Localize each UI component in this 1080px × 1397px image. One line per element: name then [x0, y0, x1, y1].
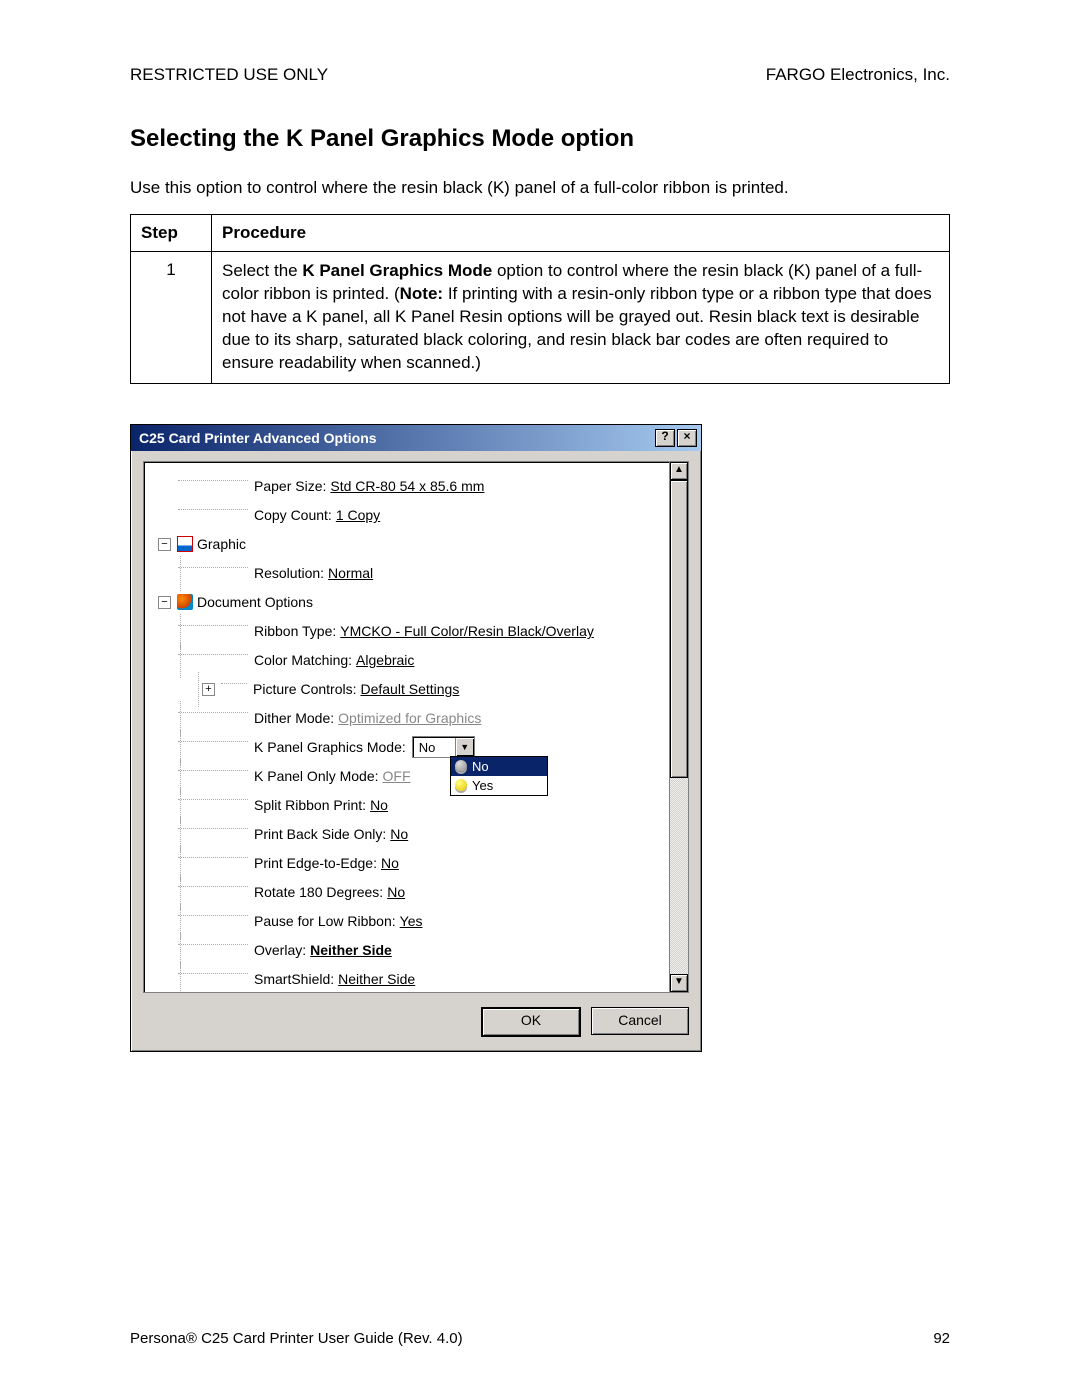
overlay-value[interactable]: Neither Side [310, 942, 392, 958]
ribbon-type-value[interactable]: YMCKO - Full Color/Resin Black/Overlay [340, 623, 594, 639]
smartshield-value[interactable]: Neither Side [338, 971, 415, 987]
pause-low-ribbon-value[interactable]: Yes [400, 913, 423, 929]
scrollbar[interactable]: ▲ ▼ [669, 462, 688, 992]
header-right: FARGO Electronics, Inc. [766, 65, 950, 85]
split-ribbon-print-value[interactable]: No [370, 797, 388, 813]
smartshield-label: SmartShield: [254, 971, 334, 987]
picture-controls-value[interactable]: Default Settings [360, 681, 459, 697]
dither-mode-value: Optimized for Graphics [338, 710, 481, 726]
expand-docopts-icon[interactable]: − [158, 596, 171, 609]
dropdown-option-no[interactable]: No [451, 757, 547, 776]
ok-button[interactable]: OK [481, 1007, 581, 1037]
procedure-table: Step Procedure 1 Select the K Panel Grap… [130, 214, 950, 384]
chevron-down-icon[interactable]: ▼ [455, 738, 474, 756]
copy-count-label: Copy Count: [254, 507, 332, 523]
paper-size-label: Paper Size: [254, 478, 326, 494]
page-number: 92 [933, 1330, 950, 1347]
k-panel-only-mode-value: OFF [383, 768, 411, 784]
intro-text: Use this option to control where the res… [130, 177, 950, 200]
procedure-body: Select the K Panel Graphics Mode option … [212, 251, 950, 383]
scroll-down-icon[interactable]: ▼ [670, 974, 688, 992]
print-edge-to-edge-label: Print Edge-to-Edge: [254, 855, 377, 871]
document-options-node[interactable]: Document Options [197, 594, 313, 610]
picture-controls-label: Picture Controls: [253, 681, 356, 697]
scroll-thumb[interactable] [670, 480, 688, 778]
color-matching-label: Color Matching: [254, 652, 352, 668]
print-back-side-only-label: Print Back Side Only: [254, 826, 386, 842]
dropdown-list[interactable]: No Yes [450, 756, 548, 796]
k-panel-only-mode-label: K Panel Only Mode: [254, 768, 379, 784]
color-matching-value[interactable]: Algebraic [356, 652, 414, 668]
k-panel-graphics-mode-label: K Panel Graphics Mode: [254, 739, 406, 755]
cancel-button[interactable]: Cancel [591, 1007, 689, 1035]
overlay-label: Overlay: [254, 942, 306, 958]
resolution-label: Resolution: [254, 565, 324, 581]
expand-graphic-icon[interactable]: − [158, 538, 171, 551]
header-left: RESTRICTED USE ONLY [130, 65, 328, 85]
col-step: Step [131, 214, 212, 251]
graphic-node[interactable]: Graphic [197, 536, 246, 552]
rotate-180-label: Rotate 180 Degrees: [254, 884, 383, 900]
bulb-on-icon [455, 779, 467, 791]
bulb-off-icon [455, 760, 467, 772]
paper-size-value[interactable]: Std CR-80 54 x 85.6 mm [330, 478, 484, 494]
col-procedure: Procedure [212, 214, 950, 251]
footer-left: Persona® C25 Card Printer User Guide (Re… [130, 1330, 463, 1347]
section-title: Selecting the K Panel Graphics Mode opti… [130, 125, 950, 153]
dialog-titlebar[interactable]: C25 Card Printer Advanced Options ? × [131, 425, 701, 451]
document-options-icon [177, 594, 193, 610]
advanced-options-dialog: C25 Card Printer Advanced Options ? × Pa… [130, 424, 702, 1052]
dialog-title: C25 Card Printer Advanced Options [139, 430, 377, 446]
step-number: 1 [131, 251, 212, 383]
expand-picturectl-icon[interactable]: + [202, 683, 215, 696]
print-back-side-only-value[interactable]: No [390, 826, 408, 842]
print-edge-to-edge-value[interactable]: No [381, 855, 399, 871]
pause-low-ribbon-label: Pause for Low Ribbon: [254, 913, 396, 929]
help-button[interactable]: ? [655, 429, 675, 447]
rotate-180-value[interactable]: No [387, 884, 405, 900]
dropdown-option-yes[interactable]: Yes [451, 776, 547, 795]
scroll-up-icon[interactable]: ▲ [670, 462, 688, 480]
copy-count-value[interactable]: 1 Copy [336, 507, 380, 523]
table-row: 1 Select the K Panel Graphics Mode optio… [131, 251, 950, 383]
close-button[interactable]: × [677, 429, 697, 447]
split-ribbon-print-label: Split Ribbon Print: [254, 797, 366, 813]
scroll-track[interactable] [670, 480, 688, 974]
resolution-value[interactable]: Normal [328, 565, 373, 581]
graphic-icon [177, 536, 193, 552]
options-tree: Paper Size: Std CR-80 54 x 85.6 mm Copy … [143, 461, 689, 993]
dither-mode-label: Dither Mode: [254, 710, 334, 726]
ribbon-type-label: Ribbon Type: [254, 623, 336, 639]
dropdown-selected: No [413, 740, 455, 755]
